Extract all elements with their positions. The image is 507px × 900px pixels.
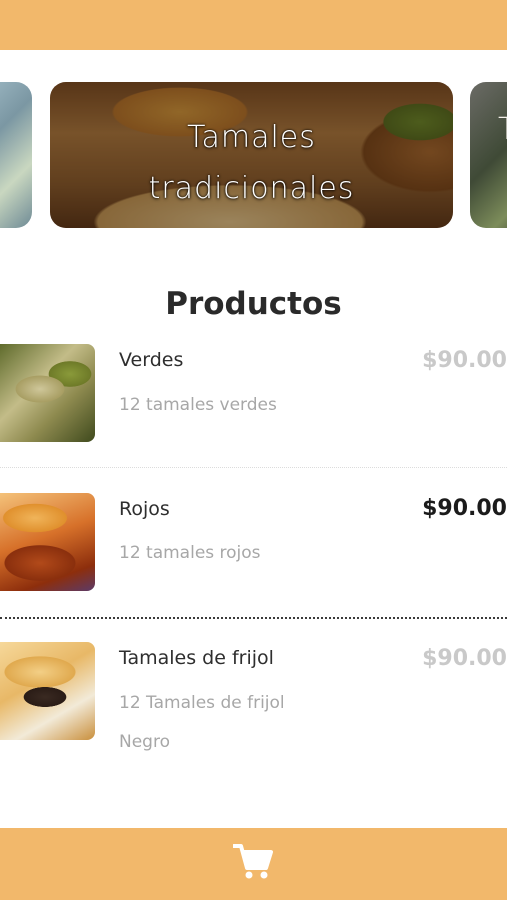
product-price: $90.00 [422,496,507,521]
product-image [0,493,95,591]
product-description: 12 tamales verdes [119,395,277,415]
product-item-rojos[interactable]: Rojos 12 tamales rojos $90.00 [0,493,507,603]
category-card-title-line1: Tamales [187,120,316,155]
category-card-next[interactable]: T [470,82,507,228]
bottom-app-bar [0,828,507,900]
product-item-verdes[interactable]: Verdes 12 tamales verdes $90.00 [0,344,507,454]
product-description: 12 Tamales de frijol Negro [119,693,285,752]
category-card-tamales-tradicionales[interactable]: Tamales tradicionales [50,82,453,228]
product-image [0,642,95,740]
category-card-next-title: T [498,112,507,147]
cart-button[interactable] [231,840,275,884]
product-name: Tamales de frijol [119,647,274,669]
product-image [0,344,95,442]
product-item-tamales-de-frijol[interactable]: Tamales de frijol 12 Tamales de frijol N… [0,642,507,782]
product-description: 12 tamales rojos [119,543,261,563]
product-price: $90.00 [422,348,507,373]
product-price: $90.00 [422,646,507,671]
category-card-previous[interactable] [0,82,32,228]
list-divider-selected [0,617,507,619]
cart-icon [233,844,273,879]
product-name: Verdes [119,349,184,371]
products-section-title: Productos [165,286,342,322]
product-name: Rojos [119,498,170,520]
top-app-bar [0,0,507,50]
category-card-title-line2: tradicionales [148,171,355,206]
category-carousel[interactable]: Tamales tradicionales T [0,80,507,230]
list-divider [0,467,507,468]
category-card-title: Tamales tradicionales [50,112,453,214]
